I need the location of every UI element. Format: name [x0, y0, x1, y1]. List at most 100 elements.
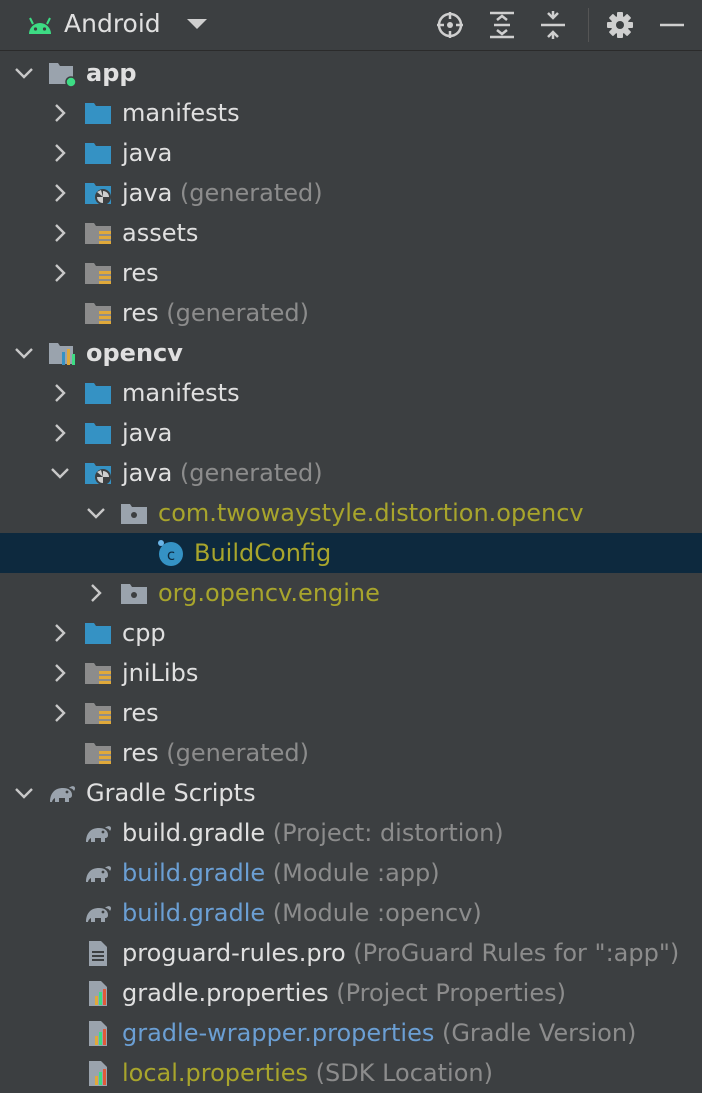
tree-item-name: manifests [122, 99, 240, 127]
chevron-right-icon[interactable] [48, 261, 72, 285]
folder-icon [85, 623, 111, 644]
chevron-right-icon[interactable] [84, 581, 108, 605]
chevron-down-icon[interactable] [84, 501, 108, 525]
properties-file-icon [89, 1021, 107, 1046]
tree-item-name: build.gradle [122, 899, 266, 927]
gradle-icon [86, 906, 112, 922]
tree-item-label: res [122, 698, 159, 728]
tree-item-label: build.gradle (Module :app) [122, 858, 440, 888]
tree-item-name: res [122, 259, 159, 287]
tree-row[interactable]: com.twowaystyle.distortion.opencv [0, 493, 702, 533]
tree-item-label: gradle.properties (Project Properties) [122, 978, 566, 1008]
expand-all-icon[interactable] [486, 9, 518, 41]
tree-item-label: Gradle Scripts [86, 778, 256, 808]
tree-item-label: res [122, 258, 159, 288]
chevron-right-icon[interactable] [48, 661, 72, 685]
tree-row[interactable]: opencv [0, 333, 702, 373]
chevron-right-icon[interactable] [48, 141, 72, 165]
minimize-icon[interactable] [656, 9, 688, 41]
tree-row[interactable]: gradle-wrapper.properties (Gradle Versio… [0, 1013, 702, 1053]
tree-item-name: res [122, 299, 159, 327]
tree-row[interactable]: org.opencv.engine [0, 573, 702, 613]
tree-item-label: app [86, 58, 137, 88]
tree-row[interactable]: c BuildConfig [0, 533, 702, 573]
tree-row[interactable]: java [0, 413, 702, 453]
project-toolbar: Android [0, 0, 702, 51]
tree-row[interactable]: manifests [0, 93, 702, 133]
tree-row[interactable]: Gradle Scripts [0, 773, 702, 813]
tree-item-label: java [122, 418, 172, 448]
tree-item-hint: (Module :opencv) [265, 899, 482, 927]
tree-row[interactable]: build.gradle (Module :app) [0, 853, 702, 893]
gradle-icon [50, 786, 76, 802]
chevron-right-icon[interactable] [48, 181, 72, 205]
tree-item-label: org.opencv.engine [158, 578, 380, 608]
chevron-right-icon[interactable] [48, 701, 72, 725]
resource-folder-icon [85, 223, 111, 244]
generated-folder-icon [85, 183, 111, 205]
tree-item-name: local.properties [122, 1059, 309, 1087]
tree-row[interactable]: assets [0, 213, 702, 253]
resource-folder-icon [85, 263, 111, 284]
tree-item-name: build.gradle [122, 859, 266, 887]
library-module-icon [49, 343, 75, 365]
tree-row[interactable]: java [0, 133, 702, 173]
gradle-icon [86, 826, 112, 842]
tree-row[interactable]: res (generated) [0, 293, 702, 333]
tree-item-hint: (generated) [158, 299, 309, 327]
tree-item-label: assets [122, 218, 198, 248]
tree-row[interactable]: build.gradle (Project: distortion) [0, 813, 702, 853]
chevron-right-icon[interactable] [48, 421, 72, 445]
chevron-down-icon[interactable] [12, 781, 36, 805]
chevron-right-icon[interactable] [48, 101, 72, 125]
tree-item-hint: (SDK Location) [308, 1059, 493, 1087]
tree-row[interactable]: res [0, 693, 702, 733]
tree-item-hint: (Project: distortion) [265, 819, 504, 847]
collapse-all-icon[interactable] [537, 9, 569, 41]
tree-item-name: cpp [122, 619, 166, 647]
gear-icon[interactable] [604, 9, 636, 41]
chevron-right-icon[interactable] [48, 621, 72, 645]
tree-item-hint: (generated) [158, 739, 309, 767]
tree-item-label: com.twowaystyle.distortion.opencv [158, 498, 584, 528]
toolbar-divider [588, 8, 589, 42]
tree-item-name: build.gradle [122, 819, 266, 847]
tree-row[interactable]: res [0, 253, 702, 293]
tree-item-name: gradle.properties [122, 979, 329, 1007]
tree-row[interactable]: jniLibs [0, 653, 702, 693]
tree-item-label: java [122, 138, 172, 168]
resource-folder-icon [85, 303, 111, 324]
tree-row[interactable]: cpp [0, 613, 702, 653]
tree-item-name: BuildConfig [194, 539, 332, 567]
tree-row[interactable]: app [0, 53, 702, 93]
chevron-down-icon[interactable] [48, 461, 72, 485]
tree-item-name: java [122, 459, 173, 487]
tree-item-name: jniLibs [122, 659, 199, 687]
tree-item-hint: (Gradle Version) [434, 1019, 637, 1047]
folder-icon [85, 103, 111, 124]
tree-item-name: org.opencv.engine [158, 579, 380, 607]
chevron-down-icon[interactable] [12, 341, 36, 365]
folder-icon [85, 383, 111, 404]
tree-item-label: jniLibs [122, 658, 198, 688]
tree-row[interactable]: proguard-rules.pro (ProGuard Rules for "… [0, 933, 702, 973]
chevron-down-icon[interactable] [12, 61, 36, 85]
tree-row[interactable]: manifests [0, 373, 702, 413]
tree-row[interactable]: local.properties (SDK Location) [0, 1053, 702, 1093]
locate-icon[interactable] [434, 9, 466, 41]
package-icon [121, 504, 147, 524]
tree-row[interactable]: java (generated) [0, 453, 702, 493]
tree-item-name: res [122, 739, 159, 767]
tree-item-name: assets [122, 219, 199, 247]
chevron-right-icon[interactable] [48, 221, 72, 245]
android-icon [29, 17, 51, 34]
tree-row[interactable]: build.gradle (Module :opencv) [0, 893, 702, 933]
view-selector[interactable]: Android [64, 9, 161, 38]
tree-row[interactable]: res (generated) [0, 733, 702, 773]
tree-row[interactable]: java (generated) [0, 173, 702, 213]
chevron-right-icon[interactable] [48, 381, 72, 405]
chevron-down-icon[interactable] [187, 19, 207, 29]
tree-item-name: gradle-wrapper.properties [122, 1019, 435, 1047]
tree-row[interactable]: gradle.properties (Project Properties) [0, 973, 702, 1013]
tree-item-name: opencv [86, 339, 183, 367]
